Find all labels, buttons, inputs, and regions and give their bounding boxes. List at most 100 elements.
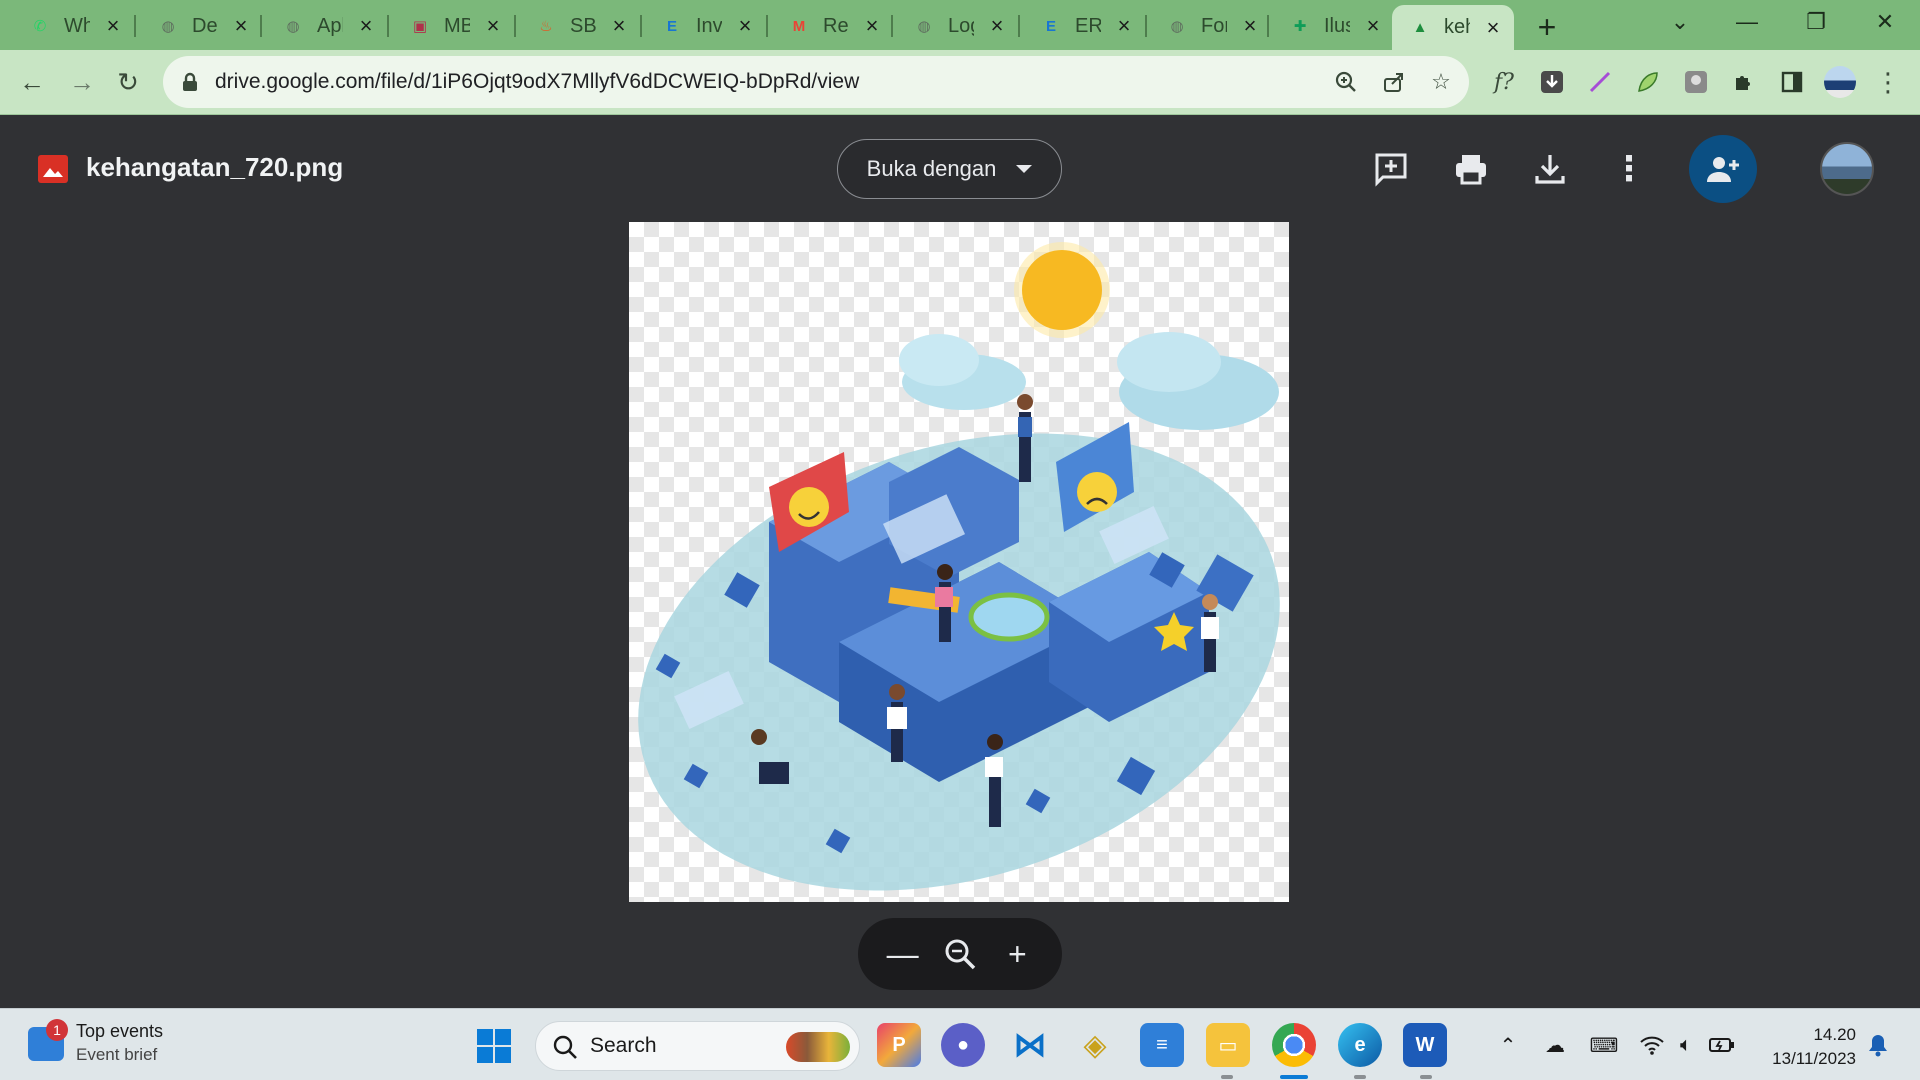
system-clock[interactable]: 14.20 13/11/2023 <box>1756 1023 1856 1071</box>
notification-bell-icon[interactable] <box>1864 1031 1892 1059</box>
back-button[interactable]: ← <box>12 62 52 102</box>
tab-close-icon[interactable]: × <box>355 13 377 38</box>
tab-title: Form <box>1201 14 1227 37</box>
tab-close-icon[interactable]: × <box>1362 13 1384 38</box>
clock-date: 13/11/2023 <box>1772 1049 1856 1068</box>
image-file-icon <box>38 155 68 183</box>
browser-tab[interactable]: ✚ Ilustrasi × <box>1272 8 1390 44</box>
explorer-running-indicator <box>1221 1075 1233 1079</box>
download-icon[interactable] <box>1526 145 1574 193</box>
tab-title: WhatsApp <box>64 14 90 37</box>
add-person-icon <box>1707 157 1739 182</box>
vscode-icon[interactable]: ⋈ <box>1008 1023 1052 1067</box>
notepad-icon[interactable]: ≡ <box>1140 1023 1184 1067</box>
browser-menu-icon[interactable]: ⋮ <box>1868 62 1908 102</box>
more-options-icon[interactable]: ⋮ <box>1605 145 1653 193</box>
tab-close-icon[interactable]: × <box>1239 13 1261 38</box>
new-tab-button[interactable]: + <box>1530 9 1564 45</box>
account-avatar[interactable] <box>1820 142 1874 196</box>
taskbar-search[interactable]: Search <box>535 1021 860 1071</box>
download-extension-icon[interactable] <box>1532 62 1572 102</box>
zoom-in-button[interactable]: + <box>995 932 1039 976</box>
zoom-controls: — + <box>858 918 1062 990</box>
browser-tab[interactable]: ◍ Form × <box>1149 8 1265 44</box>
tab-close-icon[interactable]: × <box>102 13 124 38</box>
notification-badge: 1 <box>46 1019 68 1041</box>
browser-tab[interactable]: E Invoice × <box>644 8 764 44</box>
onedrive-cloud-icon[interactable]: ☁ <box>1541 1031 1569 1059</box>
file-explorer-icon[interactable]: ▭ <box>1206 1023 1250 1067</box>
bookmark-star-icon[interactable]: ☆ <box>1428 69 1454 95</box>
globe-icon: ◍ <box>161 18 175 35</box>
browser-tab[interactable]: ◍ Detail × <box>140 8 258 44</box>
word-icon[interactable]: W <box>1403 1023 1447 1067</box>
share-button[interactable] <box>1689 135 1757 203</box>
tab-close-icon[interactable]: × <box>608 13 630 38</box>
tab-close-icon[interactable]: × <box>861 13 883 38</box>
restore-button[interactable]: ❐ <box>1786 0 1846 44</box>
tab-title: Ilustrasi <box>1324 14 1350 37</box>
widget-subtitle[interactable]: Event brief <box>76 1045 157 1065</box>
image-preview <box>629 222 1289 902</box>
browser-tab[interactable]: ▲ kehangatan × <box>1392 5 1514 50</box>
browser-tab[interactable]: ◍ Aplikasi × <box>265 8 385 44</box>
browser-tab[interactable]: ✆ WhatsApp × <box>12 8 132 44</box>
wifi-icon[interactable] <box>1638 1031 1666 1059</box>
start-button[interactable] <box>477 1029 511 1063</box>
tab-close-icon[interactable]: × <box>230 13 252 38</box>
tab-separator <box>1018 15 1020 37</box>
open-with-label: Buka dengan <box>866 156 997 181</box>
browser-tab[interactable]: E ERP × <box>1023 8 1143 44</box>
tab-close-icon[interactable]: × <box>986 13 1008 38</box>
chrome-icon[interactable] <box>1272 1023 1316 1067</box>
browser-tab[interactable]: ♨ SBMPTN × <box>518 8 638 44</box>
lock-icon[interactable] <box>181 72 199 92</box>
minimize-button[interactable]: — <box>1717 0 1777 44</box>
browser-tab[interactable]: ▣ MBKM × <box>392 8 512 44</box>
show-hidden-icons-chevron-icon[interactable]: ⌃ <box>1494 1031 1522 1059</box>
add-comment-icon[interactable] <box>1367 145 1415 193</box>
print-icon[interactable] <box>1447 145 1495 193</box>
globe-icon: ◍ <box>286 18 300 35</box>
geo-app-icon[interactable]: ◈ <box>1073 1023 1117 1067</box>
isometric-illustration <box>638 242 1280 891</box>
pen-extension-icon[interactable] <box>1580 62 1620 102</box>
browser-tab[interactable]: ◍ Login × <box>896 8 1016 44</box>
extensions-puzzle-icon[interactable] <box>1724 62 1764 102</box>
browser-profile-avatar[interactable] <box>1820 62 1860 102</box>
leaf-extension-icon[interactable] <box>1628 62 1668 102</box>
tab-close-icon[interactable]: × <box>1482 15 1504 40</box>
keyboard-icon[interactable]: ⌨ <box>1590 1031 1619 1059</box>
reload-button[interactable]: ↻ <box>108 62 148 102</box>
zoom-icon[interactable] <box>1333 69 1359 95</box>
browser-tab[interactable]: M Re: × <box>771 8 889 44</box>
edge-icon[interactable]: e <box>1338 1023 1382 1067</box>
zoom-out-button[interactable]: — <box>881 932 925 976</box>
side-panel-icon[interactable] <box>1772 62 1812 102</box>
tab-title: SBMPTN <box>570 14 596 37</box>
zoom-reset-icon[interactable] <box>938 932 982 976</box>
e-icon: E <box>666 17 677 35</box>
tab-separator <box>1145 15 1147 37</box>
tab-strip: ✆ WhatsApp × ◍ Detail × ◍ Aplikasi × ▣ MBKM × ♨ SBMPT… <box>0 0 1920 50</box>
tab-close-icon[interactable]: × <box>1113 13 1135 38</box>
file-name: kehangatan_720.png <box>86 152 344 182</box>
forward-button[interactable]: → <box>62 62 102 102</box>
tab-separator <box>640 15 642 37</box>
tab-close-icon[interactable]: × <box>482 13 504 38</box>
open-with-button[interactable]: Buka dengan <box>837 139 1062 199</box>
tab-close-icon[interactable]: × <box>734 13 756 38</box>
share-icon[interactable] <box>1381 69 1407 95</box>
formula-extension-icon[interactable]: f? <box>1484 62 1524 102</box>
profile-extension-icon[interactable] <box>1676 62 1716 102</box>
teams-chat-icon[interactable]: ● <box>941 1023 985 1067</box>
tab-search-chevron-icon[interactable]: ⌄ <box>1650 0 1710 44</box>
tab-separator <box>134 15 136 37</box>
globe-icon: ◍ <box>1170 18 1184 35</box>
copilot-app-icon[interactable]: P <box>877 1023 921 1067</box>
close-window-button[interactable]: ✕ <box>1855 0 1915 44</box>
battery-icon[interactable] <box>1708 1031 1736 1059</box>
widget-title[interactable]: Top events <box>76 1021 163 1042</box>
volume-icon[interactable]: 🔈︎ <box>1672 1031 1700 1059</box>
address-bar[interactable]: drive.google.com/file/d/1iP6Ojqt9odX7Mll… <box>163 56 1469 108</box>
